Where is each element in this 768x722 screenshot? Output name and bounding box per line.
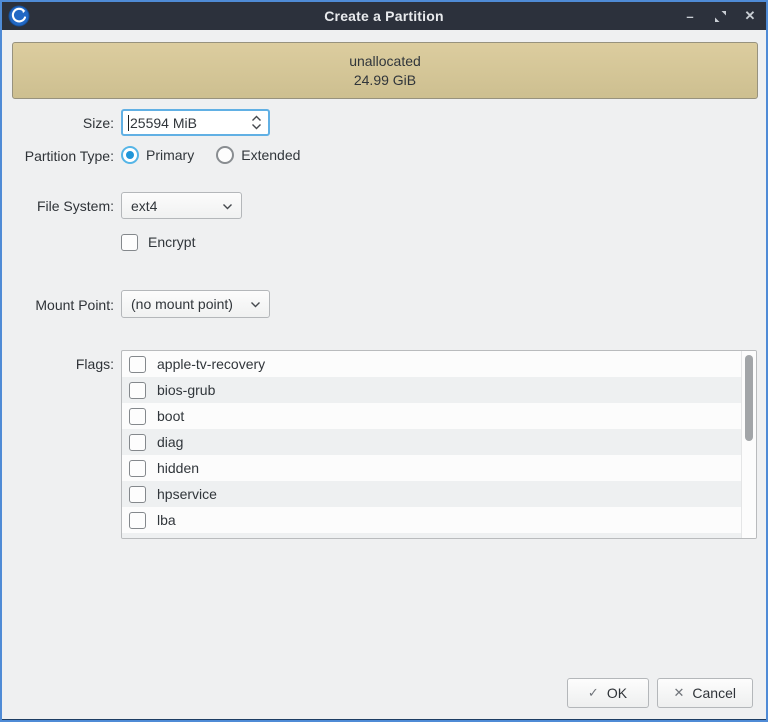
chevron-up-icon bbox=[251, 115, 262, 122]
flag-row[interactable]: hpservice bbox=[122, 481, 743, 507]
radio-extended[interactable] bbox=[216, 146, 234, 164]
size-input[interactable]: 25594 MiB bbox=[121, 109, 270, 136]
flag-label: apple-tv-recovery bbox=[157, 356, 265, 372]
scrollbar-thumb[interactable] bbox=[745, 355, 753, 441]
encrypt-row: Encrypt bbox=[121, 232, 195, 252]
unallocated-label: unallocated bbox=[349, 52, 421, 71]
flag-checkbox[interactable] bbox=[129, 486, 146, 503]
size-value: 25594 MiB bbox=[130, 115, 197, 131]
close-icon[interactable]: ✕ bbox=[742, 8, 758, 24]
radio-primary-label[interactable]: Primary bbox=[146, 147, 194, 163]
mount-point-label: Mount Point: bbox=[10, 297, 114, 313]
file-system-label: File System: bbox=[10, 198, 114, 214]
flag-checkbox[interactable] bbox=[129, 538, 146, 540]
app-icon bbox=[8, 5, 30, 27]
window-title: Create a Partition bbox=[2, 8, 766, 24]
partition-preview-unallocated[interactable]: unallocated 24.99 GiB bbox=[12, 42, 758, 99]
flag-checkbox[interactable] bbox=[129, 512, 146, 529]
text-caret bbox=[128, 115, 129, 131]
flag-row-partial[interactable] bbox=[122, 533, 743, 539]
flag-checkbox[interactable] bbox=[129, 382, 146, 399]
flags-label: Flags: bbox=[10, 356, 114, 372]
flag-label: bios-grub bbox=[157, 382, 215, 398]
unallocated-size: 24.99 GiB bbox=[354, 71, 416, 90]
ok-button-label: OK bbox=[607, 685, 627, 701]
encrypt-checkbox[interactable] bbox=[121, 234, 138, 251]
flag-label: lba bbox=[157, 512, 176, 528]
cancel-button[interactable]: ✕ Cancel bbox=[657, 678, 754, 708]
mount-point-select[interactable]: (no mount point) bbox=[121, 290, 270, 318]
radio-primary[interactable] bbox=[121, 146, 139, 164]
radio-extended-label[interactable]: Extended bbox=[241, 147, 300, 163]
titlebar[interactable]: Create a Partition – ✕ bbox=[2, 2, 766, 30]
partition-type-options: Primary Extended bbox=[121, 145, 322, 165]
minimize-icon[interactable]: – bbox=[682, 8, 698, 24]
restore-icon[interactable] bbox=[712, 8, 728, 24]
partition-type-label: Partition Type: bbox=[10, 148, 114, 164]
file-system-select[interactable]: ext4 bbox=[121, 192, 242, 219]
ok-button[interactable]: ✓ OK bbox=[567, 678, 649, 708]
encrypt-label[interactable]: Encrypt bbox=[148, 234, 195, 250]
flag-row[interactable]: bios-grub bbox=[122, 377, 743, 403]
flag-row[interactable]: apple-tv-recovery bbox=[122, 351, 743, 377]
cancel-button-label: Cancel bbox=[692, 685, 736, 701]
flag-checkbox[interactable] bbox=[129, 356, 146, 373]
flag-label: boot bbox=[157, 408, 184, 424]
chevron-down-icon bbox=[251, 123, 262, 130]
mount-point-value: (no mount point) bbox=[131, 296, 233, 312]
create-partition-dialog: Create a Partition – ✕ unallocated 24.99… bbox=[0, 0, 768, 722]
chevron-down-icon bbox=[222, 203, 233, 210]
x-icon: ✕ bbox=[674, 685, 685, 701]
file-system-value: ext4 bbox=[131, 198, 157, 214]
flag-label: hidden bbox=[157, 460, 199, 476]
flag-checkbox[interactable] bbox=[129, 408, 146, 425]
check-icon: ✓ bbox=[588, 685, 599, 701]
spinner-arrows[interactable] bbox=[251, 111, 262, 134]
flag-row[interactable]: hidden bbox=[122, 455, 743, 481]
flag-row[interactable]: lba bbox=[122, 507, 743, 533]
flag-checkbox[interactable] bbox=[129, 434, 146, 451]
chevron-down-icon bbox=[250, 301, 261, 308]
flag-row[interactable]: diag bbox=[122, 429, 743, 455]
size-label: Size: bbox=[10, 115, 114, 131]
flags-scrollbar[interactable] bbox=[741, 351, 756, 538]
flags-list: apple-tv-recovery bios-grub boot diag hi… bbox=[121, 350, 757, 539]
flag-label: hpservice bbox=[157, 486, 217, 502]
flag-label: diag bbox=[157, 434, 183, 450]
flag-checkbox[interactable] bbox=[129, 460, 146, 477]
window-controls: – ✕ bbox=[682, 2, 758, 30]
flag-row[interactable]: boot bbox=[122, 403, 743, 429]
dialog-footer: ✓ OK ✕ Cancel bbox=[567, 678, 754, 708]
